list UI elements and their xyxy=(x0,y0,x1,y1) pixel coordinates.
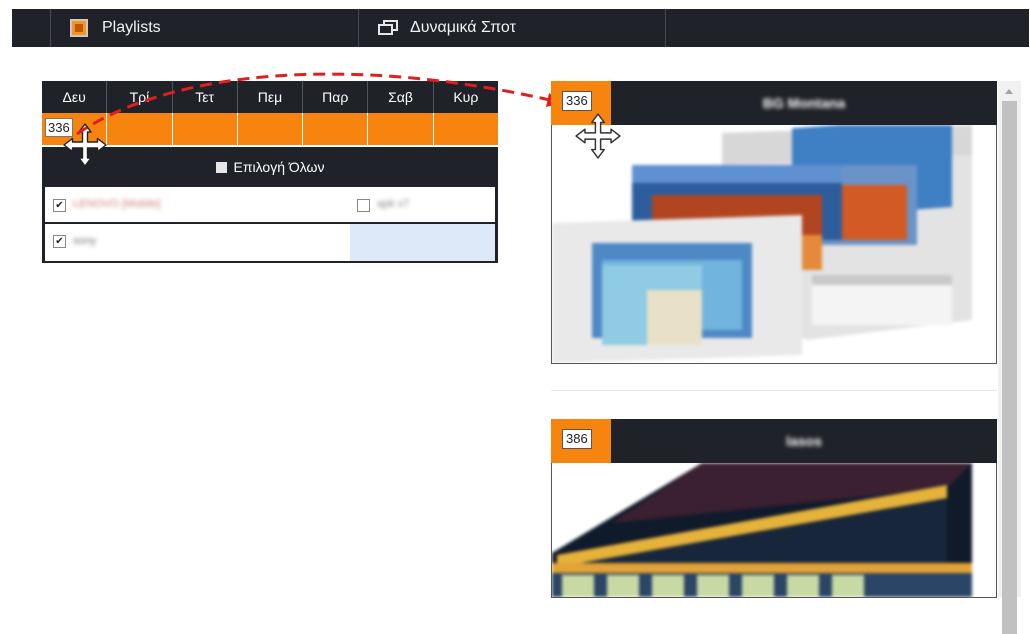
spot-thumbnail-image xyxy=(552,463,996,597)
spot-card-id[interactable]: 386 xyxy=(562,429,592,449)
spot-thumbnail xyxy=(551,125,997,364)
spot-card-title: BG Montana xyxy=(762,95,846,111)
spot-card-header: 386 lasos xyxy=(551,419,997,463)
spot-thumbnail-image xyxy=(552,125,996,363)
scroll-up-icon[interactable] xyxy=(1005,89,1013,94)
card-divider xyxy=(551,390,997,391)
scrollbar-thumb[interactable] xyxy=(1002,101,1017,634)
spot-card-id[interactable]: 336 xyxy=(562,91,592,111)
spot-thumbnail xyxy=(551,463,997,598)
move-cursor-icon xyxy=(575,113,621,159)
spot-card[interactable]: 386 lasos xyxy=(551,419,997,598)
spot-card-title: lasos xyxy=(786,433,822,449)
scrollbar[interactable] xyxy=(998,81,1021,634)
